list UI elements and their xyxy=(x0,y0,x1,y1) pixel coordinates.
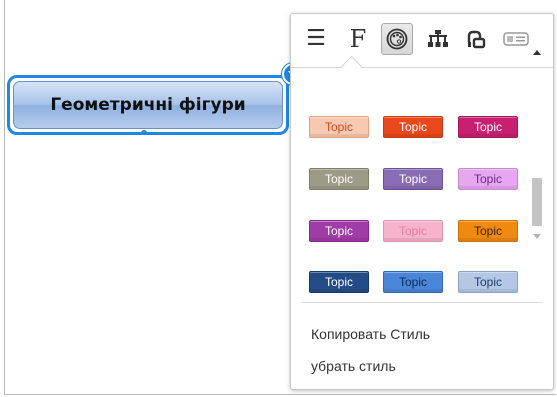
toolbar-label-button[interactable] xyxy=(501,24,531,54)
toolbar-menu-button[interactable]: ☰ xyxy=(301,24,331,54)
style-swatch[interactable]: Topic xyxy=(383,168,443,190)
format-toolbar: ☰ F xyxy=(291,14,553,68)
style-scrollbar[interactable] xyxy=(529,46,545,298)
style-swatch[interactable]: Topic xyxy=(309,220,369,242)
style-swatch[interactable]: Topic xyxy=(383,271,443,293)
style-swatch[interactable]: Topic xyxy=(458,271,518,293)
toolbar-style-button[interactable] xyxy=(381,23,413,55)
topic-node[interactable]: Геометричні фігури xyxy=(7,75,289,135)
scroll-up-arrow[interactable] xyxy=(533,50,541,55)
style-swatch[interactable]: Topic xyxy=(309,116,369,138)
font-icon: F xyxy=(349,25,367,53)
copy-style-item[interactable]: Копировать Стиль xyxy=(311,326,430,342)
label-tag-icon xyxy=(503,32,529,46)
hamburger-icon: ☰ xyxy=(306,26,326,51)
link-icon xyxy=(467,30,486,49)
org-structure-icon xyxy=(428,30,448,47)
style-swatch[interactable]: Topic xyxy=(383,116,443,138)
style-swatch[interactable]: Topic xyxy=(458,220,518,242)
toolbar-font-button[interactable]: F xyxy=(343,24,373,54)
format-panel: ☰ F Topic Topic Topic Topic Topic Topic … xyxy=(290,13,554,390)
topic-node-label[interactable]: Геометричні фігури xyxy=(13,81,283,129)
style-swatch[interactable]: Topic xyxy=(458,168,518,190)
style-swatch[interactable]: Topic xyxy=(309,271,369,293)
scroll-down-arrow[interactable] xyxy=(533,234,541,239)
style-swatch[interactable]: Topic xyxy=(458,116,518,138)
style-swatch[interactable]: Topic xyxy=(383,220,443,242)
remove-style-item[interactable]: убрать стиль xyxy=(311,358,396,374)
style-grid: Topic Topic Topic Topic Topic Topic Topic Topic… xyxy=(291,67,553,302)
style-swatch[interactable]: Topic xyxy=(309,168,369,190)
node-connector-handle[interactable] xyxy=(141,130,147,135)
toolbar-link-button[interactable] xyxy=(461,24,491,54)
palette-icon xyxy=(386,28,408,50)
toolbar-structure-button[interactable] xyxy=(423,24,453,54)
panel-divider xyxy=(301,302,543,303)
scroll-thumb[interactable] xyxy=(532,178,542,226)
